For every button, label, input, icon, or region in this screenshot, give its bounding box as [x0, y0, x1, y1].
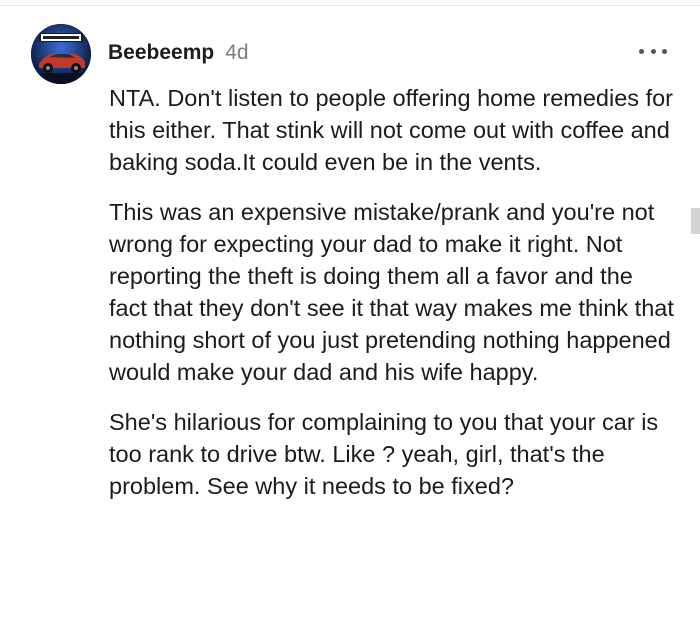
nfs-car-avatar-icon: [31, 24, 91, 84]
username[interactable]: Beebeemp: [108, 41, 214, 65]
top-divider: [0, 5, 700, 6]
more-options-icon: [650, 48, 656, 54]
comment-paragraph: She's hilarious for complaining to you t…: [109, 409, 659, 499]
comment-header: Beebeemp 4d: [108, 41, 249, 67]
avatar[interactable]: [31, 24, 91, 84]
timestamp: 4d: [225, 41, 249, 64]
comment-paragraph: This was an expensive mistake/prank and …: [109, 199, 674, 385]
comment-body: NTA. Don't listen to people offering hom…: [109, 82, 675, 520]
more-options-icon: [639, 48, 644, 54]
more-options-button[interactable]: [639, 41, 667, 61]
more-options-icon: [662, 48, 667, 54]
scrollbar-thumb[interactable]: [691, 208, 700, 234]
comment-paragraph: NTA. Don't listen to people offering hom…: [109, 85, 673, 175]
